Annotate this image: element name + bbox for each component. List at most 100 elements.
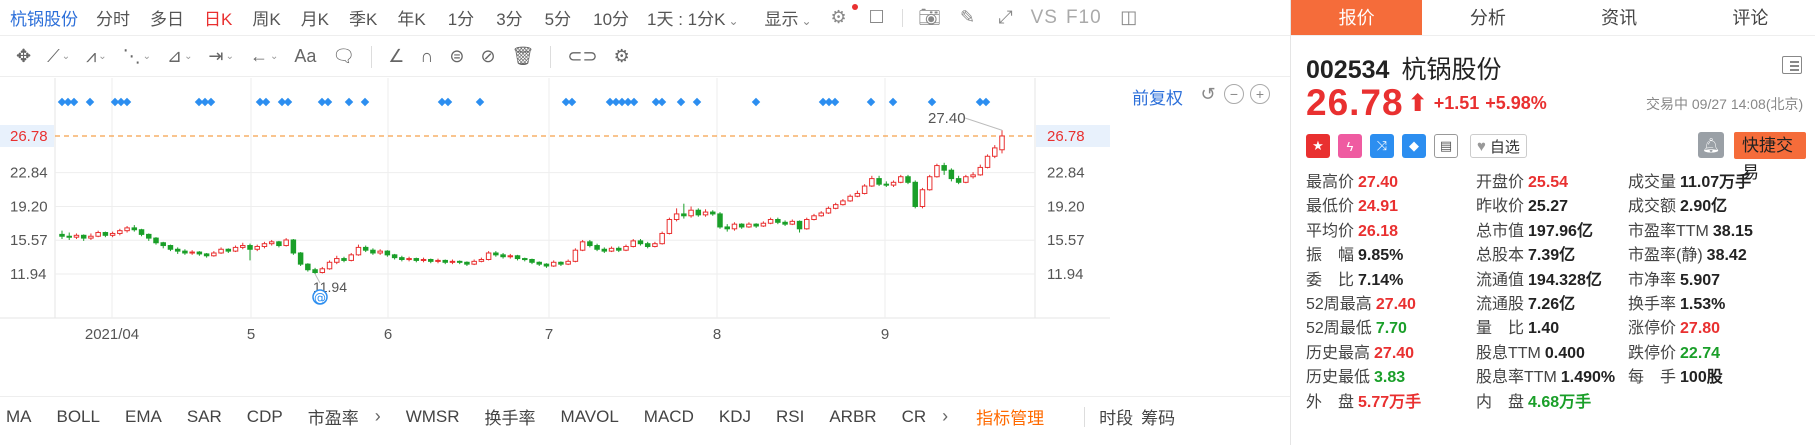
stock-name-link[interactable]: 杭锅股份 <box>10 5 78 30</box>
indicator-tab[interactable]: SAR <box>187 407 222 427</box>
period-tab[interactable]: 日K <box>204 5 232 30</box>
indicator-manager-button[interactable]: 指标管理 <box>976 404 1044 429</box>
candle-body <box>428 258 434 262</box>
candle-body <box>637 240 644 245</box>
period-tab[interactable]: 季K <box>349 5 377 30</box>
wave-icon[interactable]: ⋱ ⌄ <box>123 45 151 69</box>
quote-value: 27.80 <box>1680 320 1721 338</box>
period-tab[interactable]: 年K <box>397 5 425 30</box>
indicator-tab[interactable]: MAVOL <box>561 407 619 427</box>
add-favorite-button[interactable]: ♥ 自选 <box>1470 134 1527 158</box>
candle-body <box>572 249 579 262</box>
camera-icon[interactable]: 📷︎ <box>918 7 941 29</box>
period-tab[interactable]: 1分 <box>448 5 474 30</box>
quote-label: 市净率 <box>1628 271 1677 289</box>
quote-tab[interactable]: 评论 <box>1684 0 1815 36</box>
adjust-select[interactable]: 前复权 <box>1132 84 1183 109</box>
zoom-out-icon[interactable]: − <box>1224 84 1244 104</box>
interval-select[interactable]: 1天 : 1分K ⌄ <box>647 5 738 30</box>
chevron-right-icon[interactable]: › <box>942 406 948 427</box>
lightning-icon[interactable]: ϟ <box>1338 134 1362 158</box>
period-tab[interactable]: 3分 <box>496 5 522 30</box>
indicator-tab[interactable]: CR <box>902 407 927 427</box>
reset-icon[interactable]: ↺ <box>1198 84 1218 104</box>
candle-body <box>485 252 492 260</box>
candle-body <box>710 211 716 215</box>
notes-icon[interactable]: ▤ <box>1434 134 1458 158</box>
shuffle-icon[interactable]: ⤨ <box>1370 134 1394 158</box>
period-tab[interactable]: 10分 <box>593 5 629 30</box>
indicator-tab[interactable]: WMSR <box>406 407 460 427</box>
chips-button[interactable]: 筹码 <box>1141 404 1175 429</box>
indicator-tab[interactable]: MA <box>6 407 32 427</box>
bell-icon[interactable]: 🔔︎ <box>1698 132 1724 158</box>
line-icon[interactable]: ⟋ ⌄ <box>47 45 70 69</box>
quote-panel: 报价 分析 资讯 评论 002534 杭锅股份 26.78 ⬆ +1.51 +5.98… <box>1290 0 1815 445</box>
indicator-tab[interactable]: BOLL <box>57 407 100 427</box>
quote-cell: 历史最高 27.40 <box>1306 339 1476 363</box>
angle-icon[interactable]: ∠ <box>388 45 404 69</box>
period-range-button[interactable]: 时段 <box>1099 404 1133 429</box>
quote-cell: 外 盘 5.77万手 <box>1306 388 1476 412</box>
period-tab[interactable]: 多日 <box>150 5 184 30</box>
candle-body <box>876 178 882 185</box>
move-icon[interactable]: ✥ <box>16 45 31 69</box>
candlestick-chart[interactable]: 2021/04 5 6 7 8 9 22.84 22.84 19.20 19.20 15.57 15.… <box>0 78 1290 396</box>
candle-body <box>550 261 557 267</box>
period-tab[interactable]: 月K <box>301 5 329 30</box>
quote-tab[interactable]: 分析 <box>1422 0 1554 36</box>
eye-lock-icon[interactable]: ⊜ <box>449 45 464 69</box>
candle-body <box>760 222 767 227</box>
menu-icon[interactable] <box>1782 56 1802 74</box>
candle-body <box>659 232 665 245</box>
candle-body <box>529 258 535 263</box>
range-icon[interactable]: ⇥ ⌄ <box>209 45 234 69</box>
candle-body <box>66 235 72 238</box>
quote-cell: 委 比 7.14% <box>1306 266 1476 290</box>
display-select[interactable]: 显示 ⌄ <box>765 5 812 30</box>
vs-button[interactable]: VS <box>1031 7 1058 29</box>
period-tab[interactable]: 分时 <box>96 5 130 30</box>
candle-body <box>999 135 1005 151</box>
link-icon[interactable]: ⊂⊃ <box>567 45 597 69</box>
indicator-tab[interactable]: ARBR <box>829 407 876 427</box>
comment-icon[interactable]: 🗨︎ <box>332 45 355 69</box>
panel-toggle-icon[interactable]: ◫ <box>1118 7 1140 29</box>
magnet-icon[interactable]: ∩ <box>420 45 433 69</box>
square-icon[interactable]: ☐ <box>866 7 888 29</box>
zoom-in-icon[interactable]: + <box>1250 84 1270 104</box>
settings-icon[interactable]: ⚙ <box>828 7 850 29</box>
quote-value: 24.91 <box>1358 198 1399 216</box>
indicator-tab[interactable]: MACD <box>644 407 694 427</box>
indicator-tab[interactable]: RSI <box>776 407 804 427</box>
period-tab[interactable]: 周K <box>252 5 280 30</box>
eye-off-icon[interactable]: ⊘ <box>480 45 495 69</box>
china-flag-icon[interactable]: ★ <box>1306 134 1330 158</box>
quote-tab[interactable]: 报价 <box>1291 0 1423 36</box>
f10-button[interactable]: F10 <box>1066 7 1102 29</box>
signal-marker <box>657 97 667 107</box>
indicator-tab[interactable]: EMA <box>125 407 162 427</box>
tag-icon[interactable]: ◆ <box>1402 134 1426 158</box>
indicator-tab[interactable]: CDP <box>247 407 283 427</box>
ruler-icon[interactable]: ⊿ ⌄ <box>167 45 192 69</box>
trash-icon[interactable]: 🗑︎ <box>512 45 535 69</box>
quick-trade-button[interactable]: 快捷交易 <box>1734 132 1806 182</box>
period-tab[interactable]: 5分 <box>545 5 571 30</box>
indicator-tab[interactable]: KDJ <box>719 407 751 427</box>
fullscreen-icon[interactable]: ⤢ <box>995 7 1017 29</box>
settings-icon[interactable]: ⚙ <box>614 45 630 69</box>
pencil-icon[interactable]: ✎ <box>957 7 979 29</box>
quote-label: 涨停价 <box>1628 320 1677 338</box>
text-icon[interactable]: Aa <box>294 45 316 69</box>
indicator-tab[interactable]: 换手率 <box>485 404 536 429</box>
signal-marker <box>475 97 485 107</box>
indicator-tab[interactable]: 市盈率 <box>308 404 359 429</box>
polyline-icon[interactable]: ⩘ ⌄ <box>86 45 107 69</box>
quote-tab[interactable]: 资讯 <box>1553 0 1685 36</box>
arrow-left-icon[interactable]: ← ⌄ <box>250 45 278 69</box>
signal-marker <box>981 97 991 107</box>
chevron-right-icon[interactable]: › <box>375 406 381 427</box>
candle-body <box>500 254 506 258</box>
candle-body <box>456 260 463 263</box>
